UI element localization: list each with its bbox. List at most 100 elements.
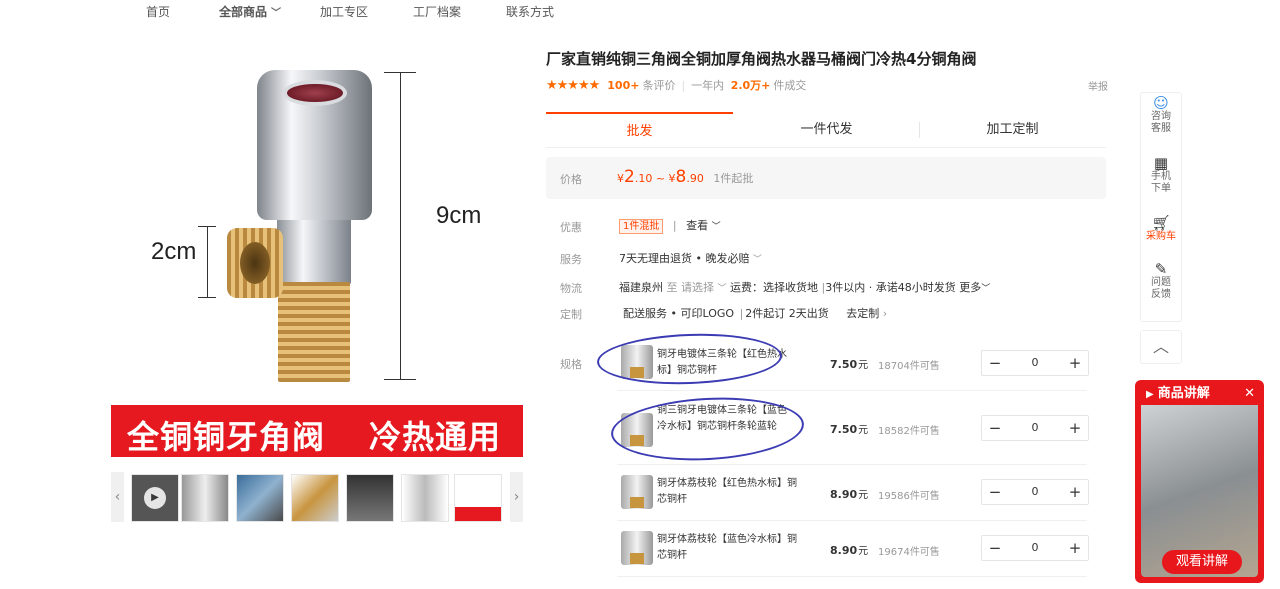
price-low-dec: .10 xyxy=(634,172,653,185)
logistics-label: 物流 xyxy=(560,282,582,295)
side-dimension-cap-bottom xyxy=(198,297,216,298)
spec-name: 铜牙体荔枝轮【蓝色冷水标】铜芯铜杆 xyxy=(657,534,797,561)
consult-service-button[interactable]: ☺ 咨询客服 xyxy=(1141,96,1181,135)
product-title: 厂家直销纯铜三角阀全铜加厚角阀热水器马桶阀门冷热4分铜角阀 xyxy=(546,50,977,68)
spec-price-value: 7.50 xyxy=(830,423,858,436)
quantity-input[interactable]: 0 xyxy=(1008,351,1062,375)
price-high-dec: .90 xyxy=(686,172,704,185)
thumbnail-video[interactable]: ▶ xyxy=(131,474,179,522)
thumbnail[interactable] xyxy=(401,474,449,522)
back-to-top-button[interactable]: ︿ xyxy=(1140,330,1182,364)
thumbnail[interactable] xyxy=(181,474,229,522)
quantity-input[interactable]: 0 xyxy=(1008,416,1062,440)
increase-button[interactable]: + xyxy=(1062,536,1088,560)
valve-bottom-thread xyxy=(278,282,350,382)
side-dimension-line xyxy=(207,226,208,298)
spec-label: 规格 xyxy=(560,358,582,371)
decrease-button[interactable]: − xyxy=(982,351,1008,375)
thumbnail-strip: ‹ ▶ › xyxy=(111,472,523,522)
logistics-more-label: 更多 xyxy=(959,281,982,294)
chevron-down-icon: ﹀ xyxy=(981,284,991,294)
height-dimension-cap-top xyxy=(384,72,416,73)
nav-processing[interactable]: 加工专区 xyxy=(320,3,368,20)
top-nav: 首页 全部商品 ﹀ 加工专区 工厂档案 联系方式 xyxy=(0,0,1280,24)
price-range: ¥2.10 ~ ¥8.90 1件起批 xyxy=(617,167,753,187)
promo-view-link[interactable]: 查看 ﹀ xyxy=(686,219,721,232)
close-icon[interactable]: ✕ xyxy=(1244,383,1255,405)
tab-wholesale[interactable]: 批发 xyxy=(546,112,733,148)
stock-suffix: 件可售 xyxy=(909,547,940,558)
stock-suffix: 件可售 xyxy=(909,491,940,502)
quantity-input[interactable]: 0 xyxy=(1008,480,1062,504)
thumbnail[interactable] xyxy=(346,474,394,522)
report-link[interactable]: 举报 xyxy=(1088,78,1108,93)
floating-sidebar: ☺ 咨询客服 ▦ 手机下单 🛒︎ 采购车 ✎ 问题反馈 xyxy=(1140,92,1182,322)
product-video-widget[interactable]: ▶ 商品讲解 ✕ 观看讲解 xyxy=(1135,380,1264,583)
decrease-button[interactable]: − xyxy=(982,480,1008,504)
thumbnail[interactable] xyxy=(236,474,284,522)
increase-button[interactable]: + xyxy=(1062,480,1088,504)
banner-text-left: 全铜铜牙角阀 xyxy=(127,418,326,456)
mobile-order-button[interactable]: ▦ 手机下单 xyxy=(1141,156,1181,195)
chevron-up-icon: ︿ xyxy=(1152,337,1169,356)
thumbnail[interactable] xyxy=(291,474,339,522)
chevron-down-icon: ﹀ xyxy=(711,222,721,232)
stock-count: 19674 xyxy=(878,547,910,558)
cart-button[interactable]: 🛒︎ 采购车 xyxy=(1141,216,1181,243)
height-dimension-label: 9cm xyxy=(436,202,482,229)
decrease-button[interactable]: − xyxy=(982,536,1008,560)
consult-label: 咨询客服 xyxy=(1151,111,1171,134)
tab-custom[interactable]: 加工定制 xyxy=(919,112,1106,148)
mobile-label: 手机下单 xyxy=(1151,171,1171,194)
spec-price-value: 8.90 xyxy=(830,488,858,501)
quantity-input[interactable]: 0 xyxy=(1008,536,1062,560)
nav-factory[interactable]: 工厂档案 xyxy=(413,3,461,20)
rating-row: ★★★★★ 100+ 条评价 | 一年内 2.0万+ 件成交 xyxy=(546,78,807,93)
nav-home[interactable]: 首页 xyxy=(146,3,170,20)
price-label: 价格 xyxy=(560,173,582,186)
banner-text-right: 冷热通用 xyxy=(369,418,502,456)
watch-video-button[interactable]: 观看讲解 xyxy=(1162,550,1242,574)
review-count[interactable]: 100+ xyxy=(607,79,639,92)
currency-symbol: ¥ xyxy=(668,172,676,185)
thumbnail[interactable] xyxy=(454,474,502,522)
spec-price-value: 8.90 xyxy=(830,544,858,557)
price-unit: 元 xyxy=(858,360,869,371)
ship-destination-select[interactable]: 至 请选择 xyxy=(667,281,715,294)
decrease-button[interactable]: − xyxy=(982,416,1008,440)
shipping-fee: 运费：选择收货地 xyxy=(730,281,819,294)
chevron-down-icon: ﹀ xyxy=(271,8,282,19)
logistics-more-link[interactable]: 更多﹀ xyxy=(959,281,990,294)
custom-moq: 2件起订 xyxy=(745,307,786,320)
quantity-stepper: − 0 + xyxy=(981,479,1089,505)
spec-thumbnail[interactable] xyxy=(621,531,653,565)
increase-button[interactable]: + xyxy=(1062,351,1088,375)
thumb-next-arrow[interactable]: › xyxy=(510,472,523,522)
feedback-button[interactable]: ✎ 问题反馈 xyxy=(1141,262,1181,301)
custom-row: 配送服务 • 可印LOGO | 2件起订 2天出货 去定制 › xyxy=(623,307,888,320)
spec-price: 8.90元 xyxy=(830,542,868,557)
tab-dropship[interactable]: 一件代发 xyxy=(733,112,920,148)
height-dimension-cap-bottom xyxy=(384,379,416,380)
service-label: 服务 xyxy=(560,253,582,266)
chevron-down-icon: ﹀ xyxy=(752,255,762,265)
nav-all-products[interactable]: 全部商品 ﹀ xyxy=(219,3,281,20)
spec-thumbnail[interactable] xyxy=(621,475,653,509)
tab-dropship-label: 一件代发 xyxy=(800,122,853,137)
stock-count: 18704 xyxy=(878,361,910,372)
increase-button[interactable]: + xyxy=(1062,416,1088,440)
nav-contact[interactable]: 联系方式 xyxy=(506,3,554,20)
sold-label: 件成交 xyxy=(773,79,807,92)
ship-origin: 福建泉州 xyxy=(619,281,663,294)
sold-count: 2.0万+ xyxy=(730,79,771,92)
custom-days: 2天出货 xyxy=(788,307,829,320)
feedback-label: 问题反馈 xyxy=(1151,277,1171,300)
price-high-int: 8 xyxy=(675,167,687,187)
promo-view-label: 查看 xyxy=(686,219,709,232)
thumb-prev-arrow[interactable]: ‹ xyxy=(111,472,124,522)
cart-label: 采购车 xyxy=(1146,231,1176,242)
side-dimension-cap-top xyxy=(198,226,216,227)
chevron-down-icon: ﹀ xyxy=(717,284,727,294)
service-row[interactable]: 7天无理由退货 • 晚发必赔 ﹀ xyxy=(619,250,762,266)
go-custom-link[interactable]: 去定制 › xyxy=(846,307,887,320)
